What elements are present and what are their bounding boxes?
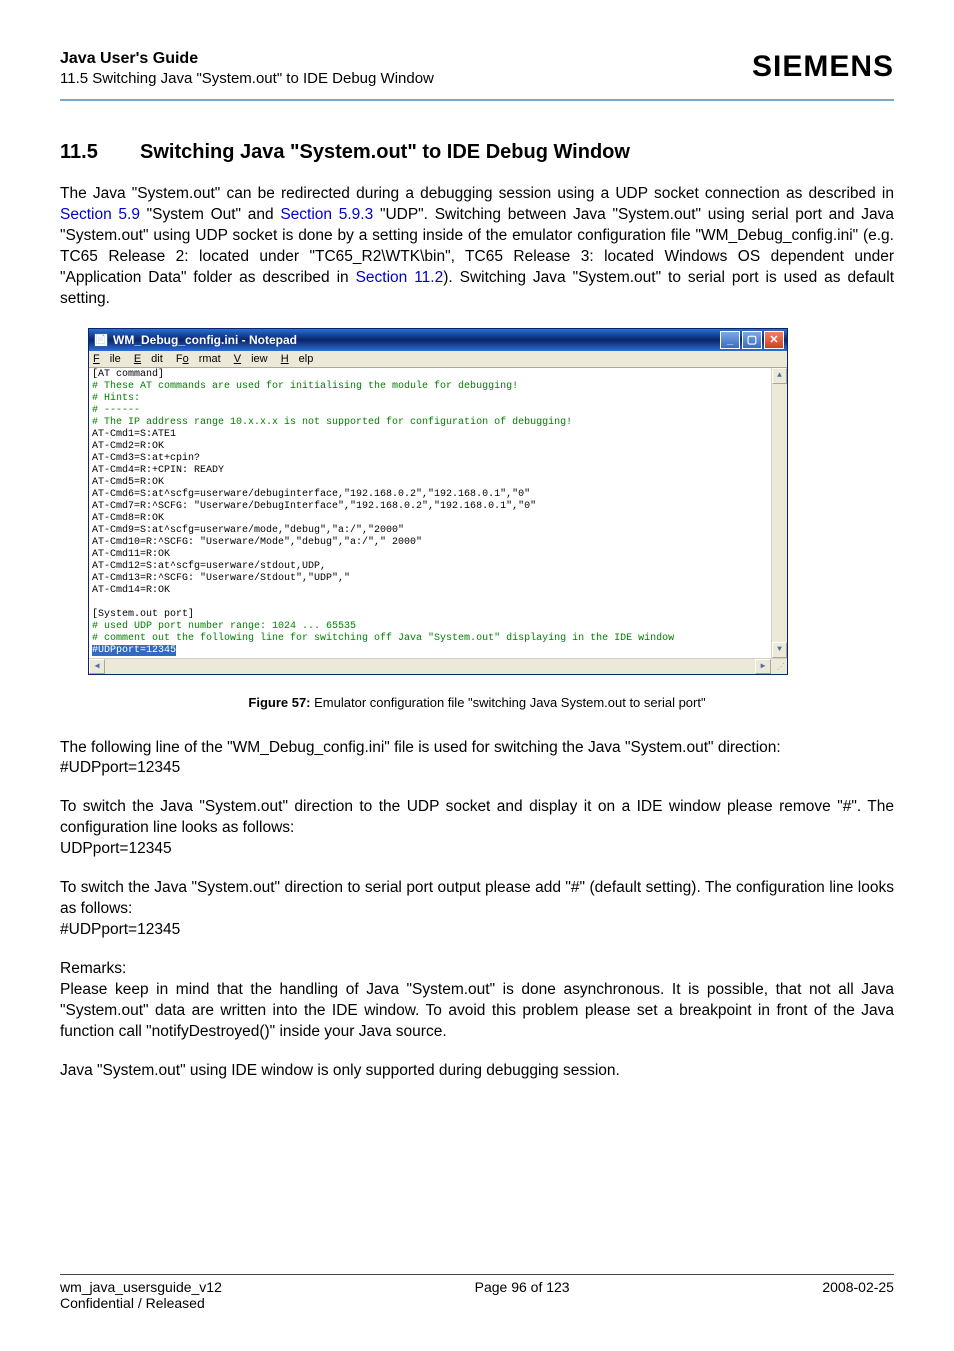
scroll-left-icon[interactable]: ◀ <box>89 659 105 674</box>
page-footer: wm_java_usersguide_v12 Confidential / Re… <box>60 1274 894 1311</box>
figure-57: 📄 WM_Debug_config.ini - Notepad _ ▢ ✕ Fi… <box>88 328 894 710</box>
footer-classification: Confidential / Released <box>60 1295 222 1311</box>
notepad-icon: 📄 <box>94 333 108 347</box>
menu-edit[interactable]: Edit <box>134 353 163 365</box>
paragraph-2: The following line of the "WM_Debug_conf… <box>60 738 894 759</box>
horizontal-scrollbar[interactable]: ◀ ▶ ⋰ <box>89 658 787 674</box>
scroll-up-icon[interactable]: ▲ <box>772 368 787 384</box>
section-number: 11.5 <box>60 141 140 164</box>
paragraph-1: The Java "System.out" can be redirected … <box>60 184 894 310</box>
notepad-title: WM_Debug_config.ini - Notepad <box>113 333 297 347</box>
menu-help[interactable]: Help <box>281 353 314 365</box>
notepad-content[interactable]: [AT command] # These AT commands are use… <box>89 368 771 658</box>
scroll-right-icon[interactable]: ▶ <box>755 659 771 674</box>
paragraph-3: To switch the Java "System.out" directio… <box>60 797 894 839</box>
page-header: Java User's Guide 11.5 Switching Java "S… <box>60 50 894 101</box>
link-section-5-9[interactable]: Section 5.9 <box>60 206 140 223</box>
doc-title: Java User's Guide <box>60 50 434 68</box>
footer-date: 2008-02-25 <box>822 1279 894 1311</box>
menu-format[interactable]: Format <box>176 353 221 365</box>
footer-docid: wm_java_usersguide_v12 <box>60 1279 222 1295</box>
code-line-3: #UDPport=12345 <box>60 920 894 941</box>
vertical-scrollbar[interactable]: ▲ ▼ <box>771 368 787 658</box>
maximize-button[interactable]: ▢ <box>742 331 762 349</box>
notepad-titlebar: 📄 WM_Debug_config.ini - Notepad _ ▢ ✕ <box>89 329 787 351</box>
remarks-label: Remarks: <box>60 959 894 980</box>
section-heading: 11.5Switching Java "System.out" to IDE D… <box>60 141 894 164</box>
code-line-1: #UDPport=12345 <box>60 758 894 779</box>
menu-file[interactable]: File <box>93 353 121 365</box>
code-line-2: UDPport=12345 <box>60 839 894 860</box>
close-button[interactable]: ✕ <box>764 331 784 349</box>
doc-subtitle: 11.5 Switching Java "System.out" to IDE … <box>60 70 434 87</box>
minimize-button[interactable]: _ <box>720 331 740 349</box>
notepad-window: 📄 WM_Debug_config.ini - Notepad _ ▢ ✕ Fi… <box>88 328 788 675</box>
brand-logo: SIEMENS <box>752 50 894 84</box>
footer-page: Page 96 of 123 <box>475 1279 570 1311</box>
resize-grip-icon[interactable]: ⋰ <box>771 659 787 674</box>
highlighted-line: #UDPport=12345 <box>92 645 176 656</box>
paragraph-5: Please keep in mind that the handling of… <box>60 980 894 1043</box>
link-section-5-9-3[interactable]: Section 5.9.3 <box>280 206 373 223</box>
scroll-down-icon[interactable]: ▼ <box>772 642 787 658</box>
section-title: Switching Java "System.out" to IDE Debug… <box>140 141 630 163</box>
paragraph-6: Java "System.out" using IDE window is on… <box>60 1061 894 1082</box>
paragraph-4: To switch the Java "System.out" directio… <box>60 878 894 920</box>
notepad-menubar: File Edit Format View Help <box>89 351 787 368</box>
menu-view[interactable]: View <box>234 353 268 365</box>
figure-caption: Figure 57: Emulator configuration file "… <box>60 695 894 710</box>
link-section-11-2[interactable]: Section 11.2 <box>356 269 444 286</box>
